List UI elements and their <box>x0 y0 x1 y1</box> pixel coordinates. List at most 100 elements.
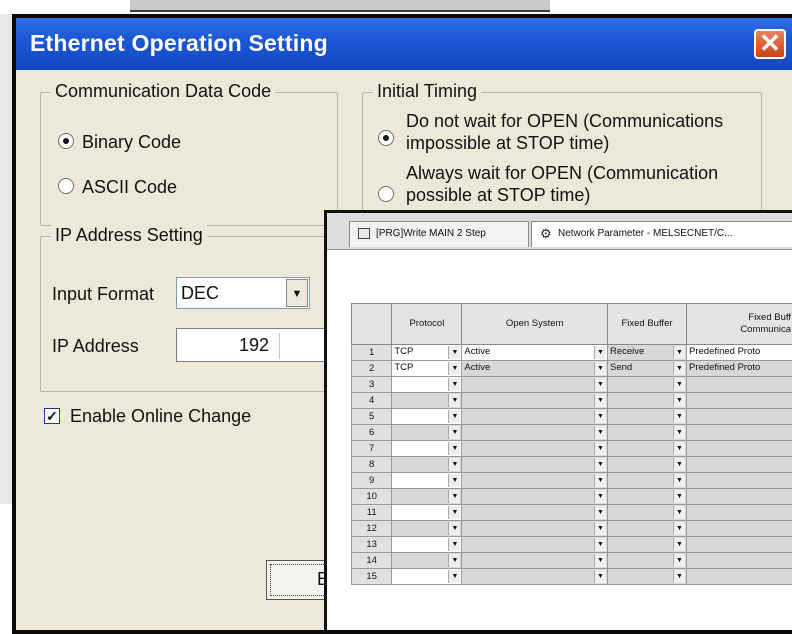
fixed-buffer-cell[interactable]: ▼ <box>608 521 687 537</box>
chevron-down-icon[interactable]: ▼ <box>594 538 606 551</box>
enable-online-change-checkbox[interactable]: ✓ <box>44 408 60 424</box>
chevron-down-icon[interactable]: ▼ <box>448 410 460 423</box>
protocol-cell[interactable]: ▼ <box>392 473 462 489</box>
open-system-cell[interactable]: ▼ <box>462 441 608 457</box>
fixed-buffer-communication-cell[interactable] <box>687 569 792 585</box>
open-system-cell[interactable]: ▼ <box>462 473 608 489</box>
open-system-cell[interactable]: ▼ <box>462 569 608 585</box>
fixed-buffer-communication-cell[interactable] <box>687 489 792 505</box>
protocol-cell[interactable]: ▼ <box>392 553 462 569</box>
enable-online-change-label[interactable]: Enable Online Change <box>70 406 251 427</box>
fixed-buffer-communication-cell[interactable]: Predefined Proto <box>687 345 792 361</box>
chevron-down-icon[interactable]: ▼ <box>594 362 606 375</box>
chevron-down-icon[interactable]: ▼ <box>673 346 685 359</box>
chevron-down-icon[interactable]: ▼ <box>594 458 606 471</box>
fixed-buffer-communication-cell[interactable] <box>687 553 792 569</box>
fixed-buffer-cell[interactable]: ▼ <box>608 393 687 409</box>
chevron-down-icon[interactable]: ▼ <box>448 474 460 487</box>
fixed-buffer-cell[interactable]: ▼ <box>608 537 687 553</box>
chevron-down-icon[interactable]: ▼ <box>673 538 685 551</box>
chevron-down-icon[interactable]: ▼ <box>594 474 606 487</box>
fixed-buffer-communication-cell[interactable]: Predefined Proto <box>687 361 792 377</box>
protocol-cell[interactable]: ▼ <box>392 409 462 425</box>
tab-network-parameter[interactable]: ⚙ Network Parameter - MELSECNET/C... <box>531 221 792 247</box>
chevron-down-icon[interactable]: ▼ <box>673 570 685 583</box>
chevron-down-icon[interactable]: ▼ <box>673 362 685 375</box>
chevron-down-icon[interactable]: ▼ <box>673 474 685 487</box>
chevron-down-icon[interactable]: ▼ <box>673 458 685 471</box>
fixed-buffer-communication-cell[interactable] <box>687 537 792 553</box>
always-wait-open-label[interactable]: Always wait for OPEN (Communication poss… <box>406 162 718 206</box>
fixed-buffer-cell[interactable]: Receive▼ <box>608 345 687 361</box>
chevron-down-icon[interactable]: ▼ <box>448 442 460 455</box>
chevron-down-icon[interactable]: ▼ <box>448 570 460 583</box>
fixed-buffer-cell[interactable]: ▼ <box>608 425 687 441</box>
open-system-cell[interactable]: ▼ <box>462 377 608 393</box>
chevron-down-icon[interactable]: ▼ <box>594 394 606 407</box>
open-system-cell[interactable]: Active▼ <box>462 345 608 361</box>
chevron-down-icon[interactable]: ▼ <box>448 362 460 375</box>
chevron-down-icon[interactable]: ▼ <box>673 378 685 391</box>
close-button[interactable]: ✕ <box>754 29 786 59</box>
open-system-cell[interactable]: ▼ <box>462 489 608 505</box>
chevron-down-icon[interactable]: ▼ <box>673 410 685 423</box>
chevron-down-icon[interactable]: ▼ <box>448 394 460 407</box>
chevron-down-icon[interactable]: ▼ <box>673 426 685 439</box>
protocol-cell[interactable]: ▼ <box>392 569 462 585</box>
open-system-cell[interactable]: ▼ <box>462 537 608 553</box>
tab-program-write-main[interactable]: [PRG]Write MAIN 2 Step <box>349 221 529 247</box>
chevron-down-icon[interactable]: ▼ <box>448 490 460 503</box>
protocol-column-header[interactable]: Protocol <box>392 304 462 345</box>
chevron-down-icon[interactable]: ▼ <box>594 522 606 535</box>
chevron-down-icon[interactable]: ▼ <box>448 538 460 551</box>
protocol-cell[interactable]: ▼ <box>392 505 462 521</box>
chevron-down-icon[interactable]: ▼ <box>448 522 460 535</box>
chevron-down-icon[interactable]: ▼ <box>448 346 460 359</box>
chevron-down-icon[interactable]: ▼ <box>286 279 308 307</box>
fixed-buffer-communication-cell[interactable] <box>687 473 792 489</box>
chevron-down-icon[interactable]: ▼ <box>594 346 606 359</box>
fixed-buffer-communication-cell[interactable] <box>687 457 792 473</box>
fixed-buffer-communication-cell[interactable] <box>687 393 792 409</box>
chevron-down-icon[interactable]: ▼ <box>448 426 460 439</box>
always-wait-open-radio[interactable] <box>378 186 394 202</box>
fixed-buffer-communication-cell[interactable] <box>687 441 792 457</box>
ascii-code-radio[interactable] <box>58 178 74 194</box>
fixed-buffer-cell[interactable]: ▼ <box>608 569 687 585</box>
open-system-cell[interactable]: ▼ <box>462 457 608 473</box>
open-system-column-header[interactable]: Open System <box>462 304 608 345</box>
open-system-cell[interactable]: ▼ <box>462 393 608 409</box>
fixed-buffer-communication-cell[interactable] <box>687 521 792 537</box>
fixed-buffer-communication-cell[interactable] <box>687 425 792 441</box>
fixed-buffer-communication-column-header[interactable]: Fixed Buff Communica <box>687 304 792 345</box>
chevron-down-icon[interactable]: ▼ <box>594 506 606 519</box>
open-system-cell[interactable]: ▼ <box>462 553 608 569</box>
protocol-cell[interactable]: ▼ <box>392 425 462 441</box>
chevron-down-icon[interactable]: ▼ <box>594 554 606 567</box>
fixed-buffer-communication-cell[interactable] <box>687 377 792 393</box>
protocol-cell[interactable]: ▼ <box>392 441 462 457</box>
protocol-cell[interactable]: ▼ <box>392 489 462 505</box>
fixed-buffer-cell[interactable]: ▼ <box>608 457 687 473</box>
open-system-cell[interactable]: ▼ <box>462 409 608 425</box>
ip-octet-1[interactable]: 192 <box>239 335 269 356</box>
fixed-buffer-cell[interactable]: ▼ <box>608 377 687 393</box>
dialog-titlebar[interactable]: Ethernet Operation Setting ✕ <box>16 18 792 70</box>
fixed-buffer-communication-cell[interactable] <box>687 409 792 425</box>
chevron-down-icon[interactable]: ▼ <box>594 410 606 423</box>
ascii-code-label[interactable]: ASCII Code <box>82 177 177 198</box>
chevron-down-icon[interactable]: ▼ <box>594 490 606 503</box>
chevron-down-icon[interactable]: ▼ <box>448 458 460 471</box>
fixed-buffer-cell[interactable]: ▼ <box>608 505 687 521</box>
protocol-cell[interactable]: ▼ <box>392 377 462 393</box>
chevron-down-icon[interactable]: ▼ <box>594 426 606 439</box>
fixed-buffer-cell[interactable]: ▼ <box>608 473 687 489</box>
chevron-down-icon[interactable]: ▼ <box>594 442 606 455</box>
fixed-buffer-cell[interactable]: ▼ <box>608 441 687 457</box>
fixed-buffer-communication-cell[interactable] <box>687 505 792 521</box>
chevron-down-icon[interactable]: ▼ <box>673 506 685 519</box>
binary-code-radio[interactable] <box>58 133 74 149</box>
protocol-cell[interactable]: ▼ <box>392 393 462 409</box>
protocol-cell[interactable]: ▼ <box>392 537 462 553</box>
input-format-select[interactable]: DEC ▼ <box>176 277 310 309</box>
